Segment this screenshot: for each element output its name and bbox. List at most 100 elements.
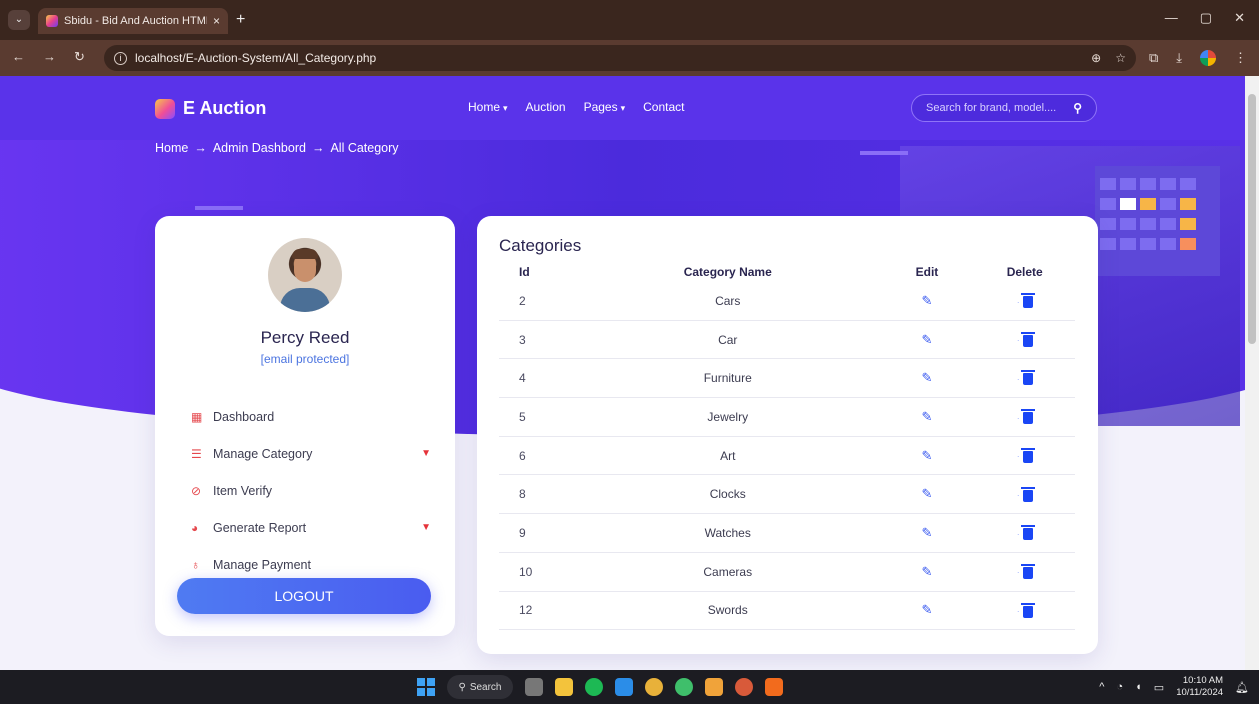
chrome-icon[interactable] (645, 678, 663, 696)
table-header: Id Category Name Edit Delete (499, 265, 1075, 281)
extensions-icon[interactable]: ⧉ (1149, 50, 1158, 66)
edit-cell: ✎ (880, 293, 975, 309)
delete-button[interactable]: · (1017, 447, 1035, 463)
site-logo[interactable]: E Auction (155, 98, 266, 119)
window-controls: — ▢ ✕ (1165, 10, 1259, 26)
chrome-active-icon[interactable] (735, 678, 753, 696)
vscode-icon[interactable] (615, 678, 633, 696)
file-explorer-icon[interactable] (555, 678, 573, 696)
dropdown-triangle-icon[interactable]: ▼ (421, 522, 431, 533)
delete-cell: · (974, 409, 1075, 425)
edit-icon[interactable]: ✎ (922, 448, 933, 463)
taskbar-search-button[interactable]: ⚲ Search (447, 675, 513, 699)
profile-avatar-icon[interactable] (1200, 50, 1216, 66)
close-window-button[interactable]: ✕ (1234, 10, 1245, 26)
breadcrumb-home[interactable]: Home (155, 141, 188, 155)
tab-search-button[interactable]: ⌄ (8, 10, 30, 30)
logout-button[interactable]: LOGOUT (177, 578, 431, 614)
sidebar-item-item-verify[interactable]: ⊘ Item Verify (191, 472, 431, 509)
task-view-icon[interactable] (525, 678, 543, 696)
search-icon[interactable]: ⚲ (1073, 101, 1082, 115)
edit-icon[interactable]: ✎ (922, 486, 933, 501)
browser-menu-icon[interactable]: ⋮ (1234, 50, 1247, 66)
sidebar-item-dashboard[interactable]: ▦ Dashboard (191, 398, 431, 435)
whatsapp-icon[interactable] (675, 678, 693, 696)
dropdown-triangle-icon[interactable]: ▼ (421, 448, 431, 459)
delete-button[interactable]: · (1017, 409, 1035, 425)
page-scrollbar[interactable] (1245, 76, 1259, 670)
edit-icon[interactable]: ✎ (922, 332, 933, 347)
breadcrumb-admin-dashboard[interactable]: Admin Dashbord (213, 141, 306, 155)
app-icon[interactable] (705, 678, 723, 696)
dot-icon: · (1016, 568, 1020, 578)
edit-icon[interactable]: ✎ (922, 293, 933, 308)
sidebar-item-generate-report[interactable]: ◕ Generate Report ▼ (191, 509, 431, 546)
taskbar-clock[interactable]: 10:10 AM 10/11/2024 (1176, 675, 1223, 699)
delete-button[interactable]: · (1017, 525, 1035, 541)
edit-icon[interactable]: ✎ (922, 409, 933, 424)
zoom-icon[interactable]: ⊕ (1091, 51, 1101, 65)
delete-button[interactable]: · (1017, 370, 1035, 386)
search-icon: ⚲ (458, 681, 466, 693)
dot-icon: · (1016, 297, 1020, 307)
chevron-up-icon[interactable]: ^ (1099, 681, 1104, 693)
nav-contact[interactable]: Contact (643, 100, 684, 114)
decor-line (195, 206, 243, 210)
edit-icon[interactable]: ✎ (922, 564, 933, 579)
address-bar[interactable]: i localhost/E-Auction-System/All_Categor… (104, 45, 1136, 71)
check-circle-icon: ⊘ (191, 483, 202, 498)
nav-auction[interactable]: Auction (526, 100, 566, 114)
brand-name: E Auction (183, 98, 267, 118)
edit-cell: ✎ (880, 602, 975, 618)
volume-icon[interactable]: ◖ (1135, 681, 1142, 693)
back-arrow-icon[interactable]: ← (12, 49, 25, 65)
cell-id: 3 (519, 332, 526, 347)
cell-id: 2 (519, 293, 526, 308)
delete-button[interactable]: · (1016, 602, 1035, 618)
reload-icon[interactable]: ↻ (74, 49, 85, 65)
sidebar-item-manage-category[interactable]: ☰ Manage Category ▼ (191, 435, 431, 472)
delete-cell: · (974, 563, 1075, 579)
search-input[interactable]: Search for brand, model.... ⚲ (911, 94, 1097, 122)
scrollbar-thumb[interactable] (1248, 94, 1256, 344)
edit-cell: ✎ (880, 525, 975, 541)
edit-icon[interactable]: ✎ (922, 525, 933, 540)
edit-icon[interactable]: ✎ (922, 370, 933, 385)
delete-button[interactable]: · (1017, 331, 1035, 347)
notification-bell-icon[interactable]: 🔔︎ (1235, 681, 1249, 694)
bookmark-star-icon[interactable]: ☆ (1115, 51, 1126, 65)
sidebar-menu: ▦ Dashboard ☰ Manage Category ▼ ⊘ Item V… (191, 398, 431, 583)
breadcrumb-separator: → (311, 141, 325, 155)
table-row: 9 Watches ✎ · (499, 514, 1075, 553)
address-url[interactable]: localhost/E-Auction-System/All_Category.… (135, 51, 1083, 65)
dot-icon: · (1016, 607, 1020, 617)
download-icon[interactable]: ⤓ (1176, 50, 1182, 66)
edit-cell: ✎ (880, 409, 975, 425)
delete-button[interactable]: · (1016, 563, 1035, 579)
minimize-button[interactable]: — (1165, 10, 1178, 26)
forward-arrow-icon[interactable]: → (43, 49, 56, 65)
new-tab-button[interactable]: + (236, 10, 245, 30)
trash-icon (1020, 486, 1035, 502)
nav-pages[interactable]: Pages ▾ (584, 100, 626, 114)
nav-home[interactable]: Home ▾ (468, 100, 508, 114)
list-icon: ☰ (191, 446, 202, 461)
restore-button[interactable]: ▢ (1200, 10, 1212, 26)
header-id: Id (519, 265, 530, 279)
xampp-icon[interactable] (765, 678, 783, 696)
delete-button[interactable]: · (1016, 293, 1035, 309)
delete-button[interactable]: · (1017, 486, 1035, 502)
breadcrumb-current: All Category (330, 141, 399, 155)
wifi-icon[interactable]: ◔ (1116, 681, 1123, 693)
browser-tab[interactable]: Sbidu - Bid And Auction HTML × (38, 8, 228, 34)
chevron-down-icon: ▾ (503, 103, 508, 113)
chevron-down-icon: ▾ (620, 103, 626, 113)
tab-close-icon[interactable]: × (213, 14, 220, 28)
profile-email[interactable]: [email protected] (155, 352, 455, 366)
site-info-icon[interactable]: i (114, 51, 127, 65)
windows-start-icon[interactable] (417, 678, 435, 696)
avatar (268, 238, 342, 312)
spotify-icon[interactable] (585, 678, 603, 696)
edit-icon[interactable]: ✎ (922, 602, 933, 617)
battery-icon[interactable]: ▭ (1154, 681, 1164, 694)
